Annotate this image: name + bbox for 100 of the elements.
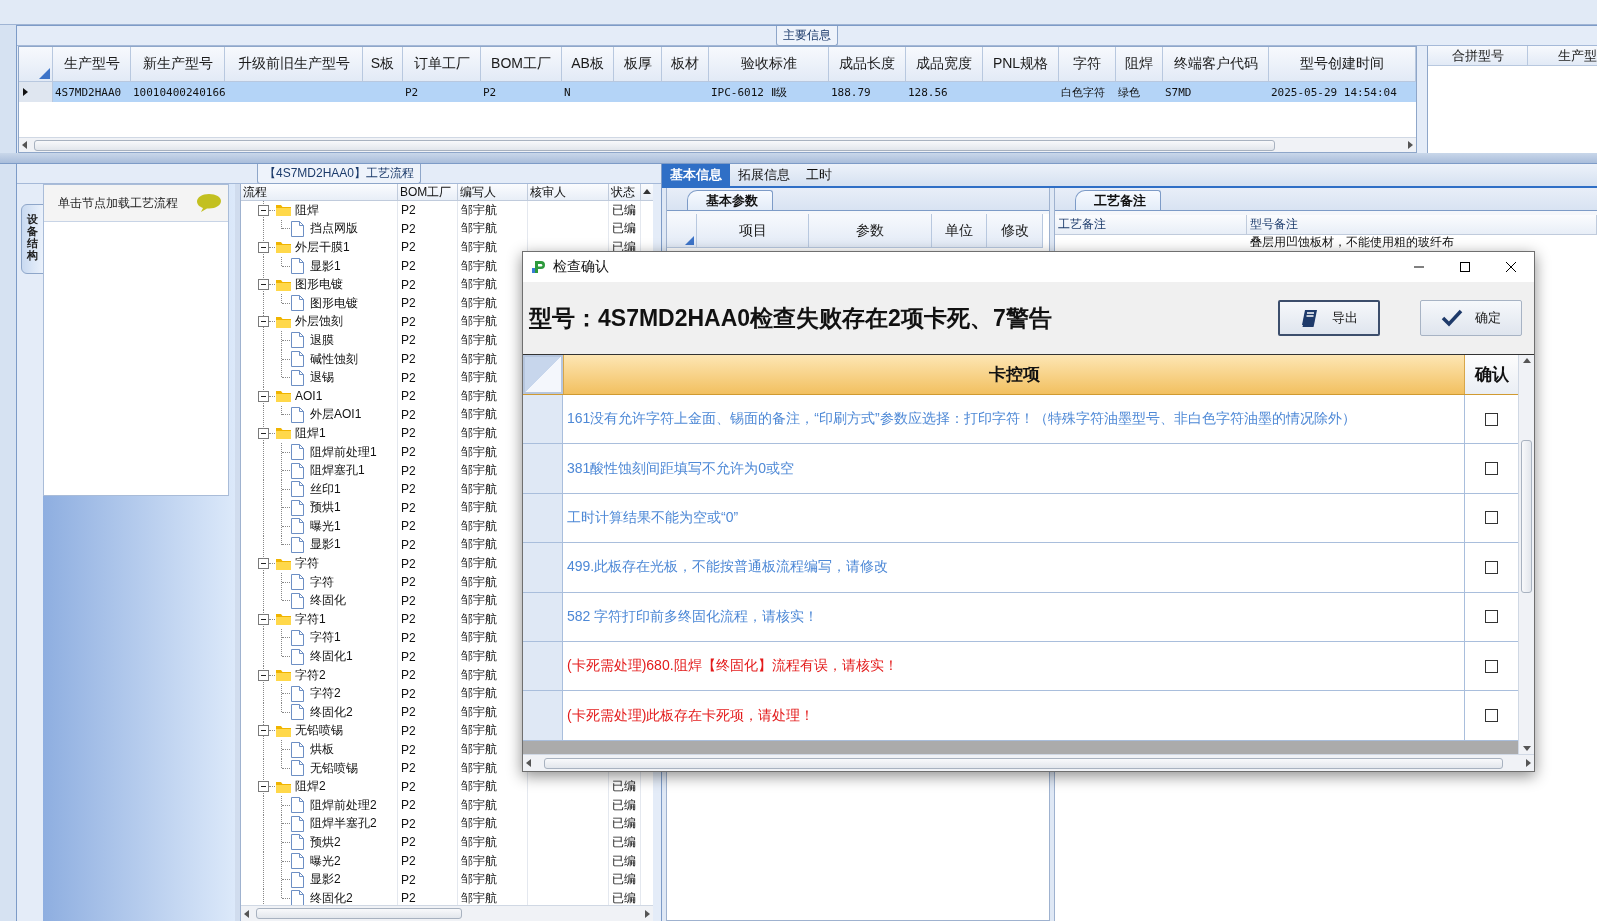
checkbox[interactable]: [1485, 560, 1498, 574]
tree-item[interactable]: 终固化1: [310, 648, 353, 666]
minus-box-icon[interactable]: [258, 613, 269, 625]
column-header[interactable]: 阻焊: [1116, 47, 1163, 82]
tree-item[interactable]: 图形电镀: [295, 276, 343, 294]
side-tab[interactable]: 设备结构: [21, 204, 44, 275]
tree-item[interactable]: 图形电镀: [310, 294, 358, 312]
column-header[interactable]: 项目: [697, 214, 809, 248]
tree-item[interactable]: 字符: [295, 555, 319, 573]
tree-item[interactable]: 终固化2: [310, 703, 353, 721]
tree-item[interactable]: 退锡: [310, 369, 334, 387]
tree-item[interactable]: 阻焊1: [295, 424, 326, 442]
minus-box-icon[interactable]: [258, 669, 269, 681]
scroll-up-icon[interactable]: [643, 189, 651, 194]
column-header[interactable]: BOM工厂: [398, 184, 458, 201]
minus-box-icon[interactable]: [258, 242, 269, 253]
column-header[interactable]: 核审人: [528, 184, 609, 201]
tree-item[interactable]: 终固化: [310, 592, 346, 610]
confirm-button[interactable]: 确定: [1420, 300, 1522, 336]
tree-item[interactable]: 字符2: [310, 685, 341, 703]
tree-item[interactable]: 退膜: [310, 331, 334, 349]
tree-item[interactable]: 预烘1: [310, 499, 341, 517]
tree-item[interactable]: 预烘2: [310, 834, 341, 851]
vertical-scrollbar[interactable]: [1518, 355, 1534, 754]
tree-item[interactable]: 挡点网版: [310, 220, 358, 238]
tree-item[interactable]: 曝光1: [310, 517, 341, 535]
tree-item[interactable]: 外层蚀刻: [295, 313, 343, 331]
column-header[interactable]: 型号备注: [1247, 215, 1597, 235]
panel-tab[interactable]: 工艺备注: [1075, 190, 1161, 210]
column-header[interactable]: 板材: [662, 47, 709, 82]
minus-box-icon[interactable]: [258, 316, 269, 328]
tree-item[interactable]: 显影1: [310, 536, 341, 554]
column-header[interactable]: 生产型: [1528, 46, 1597, 66]
column-header[interactable]: 型号创建时间: [1269, 47, 1416, 82]
column-header[interactable]: 订单工厂: [403, 47, 481, 82]
tree-item[interactable]: 终固化2: [310, 889, 353, 905]
tab[interactable]: 基本信息: [662, 164, 730, 186]
tree-item[interactable]: 阻焊: [295, 201, 319, 219]
column-header[interactable]: 验收标准: [709, 47, 829, 82]
column-header[interactable]: 编写人: [458, 184, 528, 201]
column-header[interactable]: 字符: [1059, 47, 1116, 82]
tree-item[interactable]: 阻焊塞孔1: [310, 462, 365, 480]
checkbox[interactable]: [1485, 462, 1498, 476]
column-header[interactable]: 板厚: [614, 47, 662, 82]
minus-box-icon[interactable]: [258, 427, 269, 439]
column-header[interactable]: 成品宽度: [906, 47, 983, 82]
tree-item[interactable]: 阻焊2: [295, 778, 326, 796]
column-header[interactable]: 合拼型号: [1428, 46, 1528, 66]
minus-box-icon[interactable]: [258, 725, 269, 737]
checkbox[interactable]: [1485, 610, 1498, 624]
tree-item[interactable]: 丝印1: [310, 480, 341, 498]
minus-box-icon[interactable]: [258, 204, 269, 216]
column-header[interactable]: 单位: [932, 214, 987, 248]
column-header[interactable]: 参数: [809, 214, 932, 248]
column-header[interactable]: 工艺备注: [1055, 215, 1247, 235]
column-header[interactable]: 生产型号: [53, 47, 131, 82]
column-header[interactable]: 终端客户代码: [1163, 47, 1269, 82]
export-button[interactable]: 导出: [1278, 300, 1380, 336]
tree-item[interactable]: 碱性蚀刻: [310, 350, 358, 368]
minus-box-icon[interactable]: [258, 390, 269, 402]
column-header[interactable]: BOM工厂: [481, 47, 562, 82]
tree-item[interactable]: AOI1: [295, 389, 323, 404]
column-header[interactable]: 卡控项: [563, 355, 1464, 394]
tree-item[interactable]: 曝光2: [310, 852, 341, 870]
tree-item[interactable]: 阻焊前处理1: [310, 443, 377, 461]
column-header[interactable]: PNL规格: [983, 47, 1059, 82]
tree-item[interactable]: 外层AOI1: [310, 406, 362, 424]
column-header[interactable]: S板: [363, 47, 403, 82]
column-header[interactable]: 修改: [987, 214, 1043, 248]
column-header[interactable]: 确认: [1464, 355, 1518, 394]
table-row[interactable]: 4S7MD2HAA0 10010400240166 P2 P2 N IPC-6012 Ⅱ级 188.79 128.56 白色字符 绿色 S7MD 2025-05-29 14:54:04: [19, 82, 1416, 102]
column-header[interactable]: 成品长度: [829, 47, 906, 82]
tree-item[interactable]: 阻焊前处理2: [310, 796, 377, 814]
checkbox[interactable]: [1485, 511, 1498, 525]
minus-box-icon[interactable]: [258, 558, 269, 570]
column-header[interactable]: 新生产型号: [131, 47, 225, 82]
tree-item[interactable]: 外层干膜1: [295, 239, 350, 256]
table-cell: 已编: [609, 219, 641, 239]
tree-item[interactable]: 字符: [310, 573, 334, 591]
tab[interactable]: 工时: [798, 164, 840, 186]
tree-item[interactable]: 显影2: [310, 871, 341, 889]
column-header[interactable]: 状态: [609, 184, 641, 201]
tree-item[interactable]: 显影1: [310, 257, 341, 275]
panel-tab[interactable]: 基本参数: [687, 190, 773, 210]
tree-item[interactable]: 无铅喷锡: [310, 759, 358, 777]
column-header[interactable]: AB板: [562, 47, 614, 82]
column-header[interactable]: 流程: [241, 184, 398, 201]
checkbox[interactable]: [1485, 709, 1498, 723]
tab[interactable]: 拓展信息: [730, 164, 798, 186]
minus-box-icon[interactable]: [258, 781, 269, 793]
minus-box-icon[interactable]: [258, 279, 269, 291]
checkbox[interactable]: [1485, 412, 1498, 426]
column-header[interactable]: 升级前旧生产型号: [225, 47, 363, 82]
tree-item[interactable]: 无铅喷锡: [295, 722, 343, 740]
tree-item[interactable]: 阻焊半塞孔2: [310, 815, 377, 833]
tree-item[interactable]: 烘板: [310, 741, 334, 758]
tree-item[interactable]: 字符1: [310, 629, 341, 647]
tree-item[interactable]: 字符2: [295, 666, 326, 684]
tree-item[interactable]: 字符1: [295, 610, 326, 628]
checkbox[interactable]: [1485, 659, 1498, 673]
